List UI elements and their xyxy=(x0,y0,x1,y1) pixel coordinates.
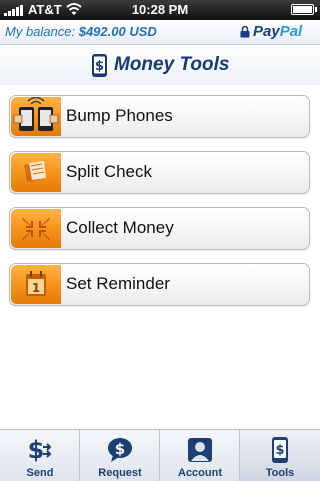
request-money-icon: $ xyxy=(108,438,132,462)
tab-send[interactable]: $ Send xyxy=(0,430,80,481)
svg-text:$: $ xyxy=(275,443,284,458)
tab-account[interactable]: Account xyxy=(160,430,240,481)
lock-icon xyxy=(240,25,250,38)
tab-tools-label: Tools xyxy=(265,467,295,479)
account-person-icon xyxy=(188,438,212,462)
balance-bar: My balance: $492.00 USD PayPal xyxy=(0,20,320,45)
svg-text:$: $ xyxy=(95,59,104,74)
tab-send-label: Send xyxy=(26,467,54,479)
money-tools-phone-icon: $ xyxy=(92,54,107,77)
tools-phone-icon: $ xyxy=(272,437,288,463)
paypal-logo: PayPal xyxy=(253,23,302,40)
split-check-icon xyxy=(11,153,61,192)
paypal-logo-pay: Pay xyxy=(253,23,280,40)
tab-account-label: Account xyxy=(178,467,222,479)
paypal-logo-pal: Pal xyxy=(279,23,303,40)
balance-amount: $492.00 USD xyxy=(78,24,157,39)
send-money-icon: $ xyxy=(28,436,52,464)
page-title: Money Tools xyxy=(114,54,230,75)
tab-request[interactable]: $ Request xyxy=(80,430,160,481)
balance-display: My balance: $492.00 USD xyxy=(5,24,157,39)
collect-money-label: Collect Money xyxy=(66,218,174,237)
status-time: 10:28 PM xyxy=(131,2,189,17)
tab-request-label: Request xyxy=(98,467,142,479)
tools-list: Bump Phones Split Check Collect Money 1 … xyxy=(0,85,320,429)
svg-text:$: $ xyxy=(115,440,125,458)
split-check-label: Split Check xyxy=(66,162,152,181)
status-bar: AT&T 10:28 PM xyxy=(0,0,320,20)
svg-text:$: $ xyxy=(28,436,45,464)
set-reminder-button[interactable]: 1 Set Reminder xyxy=(9,263,310,306)
balance-label: My balance: xyxy=(5,24,76,39)
split-check-button[interactable]: Split Check xyxy=(9,151,310,194)
tab-bar: $ Send $ Request Account $ Tools xyxy=(0,429,320,481)
set-reminder-label: Set Reminder xyxy=(66,274,170,293)
collect-money-button[interactable]: Collect Money xyxy=(9,207,310,250)
title-bar: $ Money Tools xyxy=(0,45,320,86)
bump-phones-icon xyxy=(11,97,61,136)
tab-tools[interactable]: $ Tools xyxy=(240,430,320,481)
bump-phones-label: Bump Phones xyxy=(66,106,173,125)
bump-phones-button[interactable]: Bump Phones xyxy=(9,95,310,138)
svg-text:1: 1 xyxy=(32,281,40,295)
battery-icon xyxy=(291,4,317,15)
calendar-reminder-icon: 1 xyxy=(11,265,61,304)
collect-money-icon xyxy=(11,209,61,248)
